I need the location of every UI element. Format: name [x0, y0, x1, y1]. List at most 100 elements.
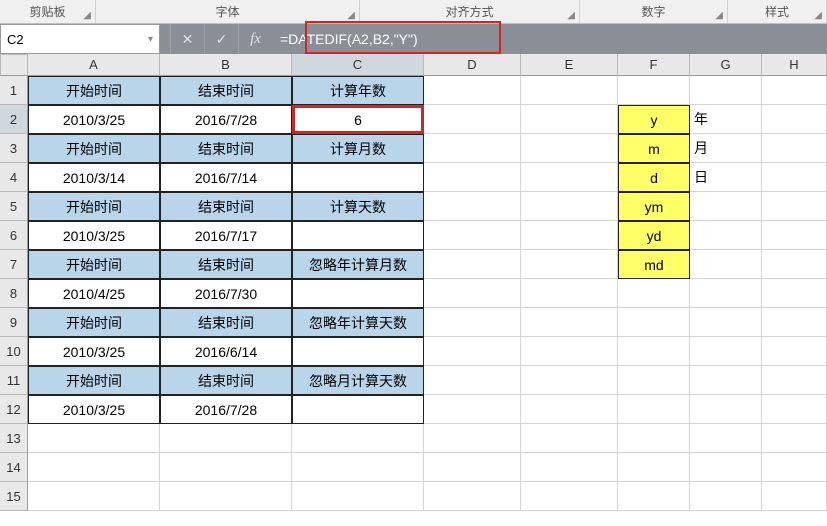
name-box-dropdown-icon[interactable]: ▾ [148, 34, 153, 45]
cell-G9[interactable] [690, 308, 762, 337]
formula-cancel-button[interactable]: ✕ [170, 24, 204, 54]
cell-C5[interactable]: 计算天数 [292, 192, 424, 221]
cell-D2[interactable] [424, 105, 521, 134]
column-header-G[interactable]: G [690, 54, 762, 76]
cell-A11[interactable]: 开始时间 [28, 366, 160, 395]
cell-F15[interactable] [618, 482, 690, 511]
dialog-launcher-icon[interactable]: ◢ [814, 10, 822, 21]
cell-D14[interactable] [424, 453, 521, 482]
cell-H2[interactable] [762, 105, 827, 134]
cell-B10[interactable]: 2016/6/14 [160, 337, 292, 366]
row-header-14[interactable]: 14 [0, 453, 28, 482]
cell-A7[interactable]: 开始时间 [28, 250, 160, 279]
cell-E2[interactable] [521, 105, 618, 134]
spreadsheet-grid[interactable]: ABCDEFGH 1开始时间结束时间计算年数22010/3/252016/7/2… [0, 54, 827, 511]
dialog-launcher-icon[interactable]: ◢ [347, 10, 355, 21]
cell-H7[interactable] [762, 250, 827, 279]
cell-F10[interactable] [618, 337, 690, 366]
cell-H1[interactable] [762, 76, 827, 105]
cell-G3[interactable]: 月 [690, 134, 762, 163]
cell-D11[interactable] [424, 366, 521, 395]
row-header-9[interactable]: 9 [0, 308, 28, 337]
column-header-D[interactable]: D [424, 54, 521, 76]
cell-B11[interactable]: 结束时间 [160, 366, 292, 395]
cell-F11[interactable] [618, 366, 690, 395]
cell-B14[interactable] [160, 453, 292, 482]
cell-D10[interactable] [424, 337, 521, 366]
cell-B9[interactable]: 结束时间 [160, 308, 292, 337]
cell-G15[interactable] [690, 482, 762, 511]
formula-confirm-button[interactable]: ✓ [204, 24, 238, 54]
cell-E4[interactable] [521, 163, 618, 192]
cell-E13[interactable] [521, 424, 618, 453]
row-header-5[interactable]: 5 [0, 192, 28, 221]
cell-F12[interactable] [618, 395, 690, 424]
cell-C12[interactable] [292, 395, 424, 424]
cell-A13[interactable] [28, 424, 160, 453]
cell-G2[interactable]: 年 [690, 105, 762, 134]
column-header-A[interactable]: A [28, 54, 160, 76]
cell-C4[interactable] [292, 163, 424, 192]
row-header-3[interactable]: 3 [0, 134, 28, 163]
cell-H3[interactable] [762, 134, 827, 163]
cell-F4[interactable]: d [618, 163, 690, 192]
cell-G11[interactable] [690, 366, 762, 395]
column-header-C[interactable]: C [292, 54, 424, 76]
name-box[interactable]: C2 ▾ [0, 24, 160, 54]
cell-H5[interactable] [762, 192, 827, 221]
cell-E15[interactable] [521, 482, 618, 511]
cell-B3[interactable]: 结束时间 [160, 134, 292, 163]
cell-E3[interactable] [521, 134, 618, 163]
cell-H15[interactable] [762, 482, 827, 511]
cell-C11[interactable]: 忽略月计算天数 [292, 366, 424, 395]
cell-C15[interactable] [292, 482, 424, 511]
column-header-E[interactable]: E [521, 54, 618, 76]
row-header-7[interactable]: 7 [0, 250, 28, 279]
cell-F6[interactable]: yd [618, 221, 690, 250]
dialog-launcher-icon[interactable]: ◢ [567, 10, 575, 21]
column-header-B[interactable]: B [160, 54, 292, 76]
formula-input[interactable]: =DATEDIF(A2,B2,"Y") [272, 24, 827, 54]
cell-A3[interactable]: 开始时间 [28, 134, 160, 163]
row-header-4[interactable]: 4 [0, 163, 28, 192]
cell-A5[interactable]: 开始时间 [28, 192, 160, 221]
cell-D12[interactable] [424, 395, 521, 424]
cell-D9[interactable] [424, 308, 521, 337]
cell-F8[interactable] [618, 279, 690, 308]
cell-D13[interactable] [424, 424, 521, 453]
cell-G10[interactable] [690, 337, 762, 366]
cell-C8[interactable] [292, 279, 424, 308]
cell-B6[interactable]: 2016/7/17 [160, 221, 292, 250]
row-header-13[interactable]: 13 [0, 424, 28, 453]
cell-A15[interactable] [28, 482, 160, 511]
cell-C7[interactable]: 忽略年计算月数 [292, 250, 424, 279]
cell-B5[interactable]: 结束时间 [160, 192, 292, 221]
cell-H10[interactable] [762, 337, 827, 366]
cell-D6[interactable] [424, 221, 521, 250]
cell-H4[interactable] [762, 163, 827, 192]
row-header-11[interactable]: 11 [0, 366, 28, 395]
cell-B12[interactable]: 2016/7/28 [160, 395, 292, 424]
cell-B13[interactable] [160, 424, 292, 453]
cell-A8[interactable]: 2010/4/25 [28, 279, 160, 308]
cell-A2[interactable]: 2010/3/25 [28, 105, 160, 134]
cell-E7[interactable] [521, 250, 618, 279]
cell-D15[interactable] [424, 482, 521, 511]
column-header-H[interactable]: H [762, 54, 827, 76]
cell-H11[interactable] [762, 366, 827, 395]
cell-F14[interactable] [618, 453, 690, 482]
cell-B7[interactable]: 结束时间 [160, 250, 292, 279]
cell-E9[interactable] [521, 308, 618, 337]
cell-D7[interactable] [424, 250, 521, 279]
cell-B2[interactable]: 2016/7/28 [160, 105, 292, 134]
cell-H9[interactable] [762, 308, 827, 337]
row-header-1[interactable]: 1 [0, 76, 28, 105]
cell-G5[interactable] [690, 192, 762, 221]
cell-A4[interactable]: 2010/3/14 [28, 163, 160, 192]
cell-D5[interactable] [424, 192, 521, 221]
cell-F9[interactable] [618, 308, 690, 337]
row-header-2[interactable]: 2 [0, 105, 28, 134]
row-header-15[interactable]: 15 [0, 482, 28, 511]
row-header-12[interactable]: 12 [0, 395, 28, 424]
cell-G4[interactable]: 日 [690, 163, 762, 192]
